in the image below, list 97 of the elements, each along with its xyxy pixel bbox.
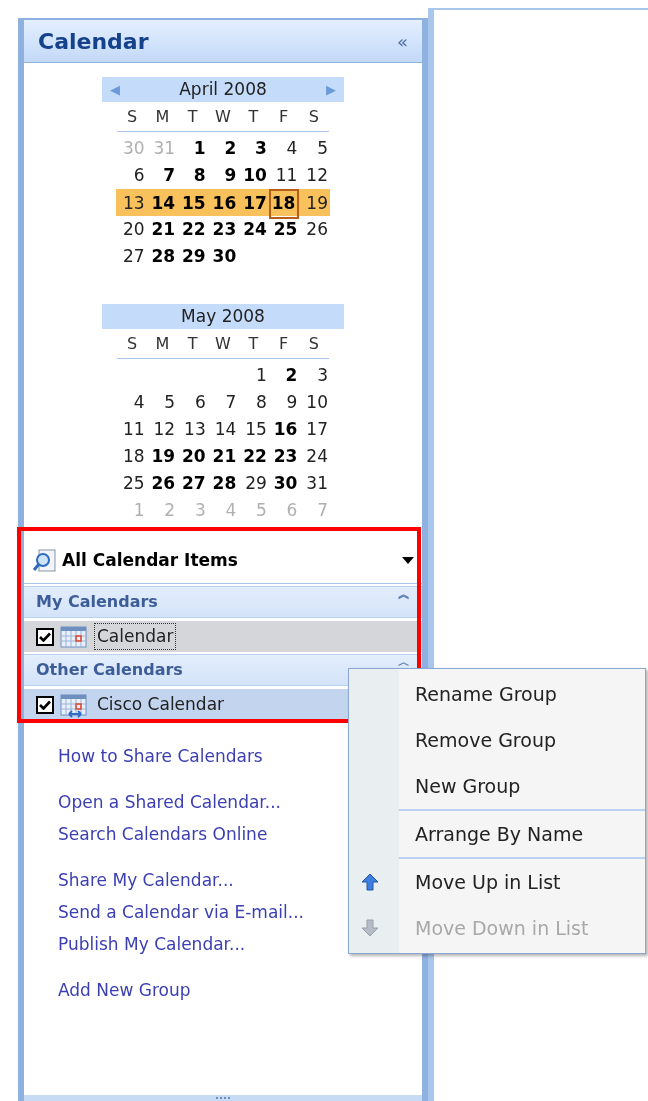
calendar-day[interactable]: 26 (146, 470, 178, 497)
calendar-day[interactable]: 22 (238, 443, 269, 470)
calendar-day[interactable]: 13 (177, 416, 208, 443)
calendar-day[interactable]: 14 (207, 416, 239, 443)
calendar-day[interactable]: 10 (299, 389, 330, 416)
group-header[interactable]: My Calendars ︽ (24, 586, 422, 618)
calendar-day[interactable]: 17 (299, 416, 330, 443)
calendar-day[interactable]: 5 (299, 135, 330, 162)
calendar-day[interactable]: 9 (268, 389, 300, 416)
calendar-day[interactable]: 4 (268, 135, 300, 162)
weekday-label: S (307, 106, 320, 128)
calendar-day[interactable]: 2 (207, 135, 239, 162)
calendar-day[interactable]: 9 (207, 162, 239, 189)
calendar-day[interactable]: 22 (177, 216, 208, 243)
calendar-day[interactable]: 25 (116, 470, 147, 497)
weekday-label: S (126, 106, 139, 128)
calendar-name: Cisco Calendar (96, 692, 226, 716)
calendar-day[interactable]: 14 (146, 189, 178, 219)
weekday-label: M (154, 106, 171, 128)
weekday-label: S (126, 333, 139, 355)
weekday-label: T (247, 333, 260, 355)
calendar-day[interactable]: 6 (177, 389, 208, 416)
calendar-day[interactable]: 8 (238, 389, 269, 416)
calendar-day[interactable]: 7 (207, 389, 239, 416)
calendar-day[interactable]: 1 (177, 135, 208, 162)
calendar-day[interactable]: 23 (207, 216, 239, 243)
calendar-day[interactable]: 27 (177, 470, 208, 497)
weekday-label: M (154, 333, 171, 355)
calendar-day[interactable]: 10 (238, 162, 269, 189)
calendar-day[interactable]: 26 (299, 216, 330, 243)
calendar-day[interactable]: 4 (116, 389, 147, 416)
calendar-day[interactable]: 16 (268, 416, 300, 443)
calendar-day[interactable]: 29 (238, 470, 269, 497)
calendar-day[interactable]: 21 (207, 443, 239, 470)
calendar-day[interactable]: 18 (268, 189, 300, 219)
calendar-day[interactable]: 27 (116, 243, 147, 270)
calendar-name: Calendar (94, 622, 177, 651)
collapse-button[interactable]: « (397, 27, 408, 55)
double-chevron-icon: ︽ (398, 588, 410, 600)
calendar-day[interactable]: 3 (238, 135, 269, 162)
calendar-day[interactable]: 11 (268, 162, 300, 189)
calendar-day[interactable]: 30 (207, 243, 239, 270)
calendar-day[interactable]: 13 (116, 189, 147, 219)
calendar-day[interactable]: 23 (268, 443, 300, 470)
calendar-day[interactable]: 7 (146, 162, 178, 189)
calendar-day[interactable]: 2 (268, 362, 300, 389)
calendar-day[interactable]: 16 (207, 189, 239, 219)
weekday-label: T (186, 106, 199, 128)
calendar-day[interactable]: 20 (116, 216, 147, 243)
checkbox[interactable] (36, 695, 54, 714)
menu-item[interactable]: New Group (399, 763, 645, 809)
calendar-day[interactable]: 15 (177, 189, 208, 219)
weekday-label: S (307, 333, 320, 355)
down-arrow-icon (361, 919, 379, 937)
task-link[interactable]: Add New Group (58, 978, 422, 1004)
view-dropdown[interactable]: All Calendar Items (24, 538, 422, 584)
menu-item[interactable]: Arrange By Name (399, 811, 645, 857)
calendar-day[interactable]: 12 (146, 416, 178, 443)
calendar-day[interactable]: 20 (177, 443, 208, 470)
weekday-label: F (277, 106, 290, 128)
calendar-day[interactable]: 18 (116, 443, 147, 470)
calendar-day[interactable]: 11 (116, 416, 147, 443)
calendar-day[interactable]: 29 (177, 243, 208, 270)
calendar-day[interactable]: 30 (268, 470, 300, 497)
menu-item[interactable]: Move Up in List (399, 859, 645, 905)
month-title: April 2008 (179, 77, 267, 101)
calendar-day[interactable]: 25 (268, 216, 300, 243)
calendar-day[interactable]: 19 (299, 189, 330, 219)
chevron-icon: ︿ (398, 656, 410, 668)
dropdown-arrow-icon (402, 557, 414, 564)
calendar-day[interactable]: 24 (299, 443, 330, 470)
weekday-label: W (214, 106, 232, 128)
search-icon (32, 547, 58, 574)
calendar-day[interactable]: 8 (177, 162, 208, 189)
calendar-day[interactable]: 31 (299, 470, 330, 497)
calendar-day[interactable]: 6 (116, 162, 147, 189)
weekday-label: W (214, 333, 232, 355)
calendar-day[interactable]: 28 (207, 470, 239, 497)
calendar-row[interactable]: Calendar (24, 621, 422, 652)
checkbox[interactable] (36, 627, 54, 646)
weekday-label: T (247, 106, 260, 128)
calendar-day[interactable]: 17 (238, 189, 269, 219)
calendar-day[interactable]: 3 (299, 362, 330, 389)
menu-item[interactable]: Remove Group (399, 717, 645, 763)
pane-title: Calendar (38, 27, 149, 56)
weekday-label: F (277, 333, 290, 355)
calendar-day[interactable]: 1 (238, 362, 269, 389)
calendar-day[interactable]: 24 (238, 216, 269, 243)
calendar-day[interactable]: 28 (146, 243, 178, 270)
month-title: May 2008 (181, 304, 265, 328)
calendar-day[interactable]: 15 (238, 416, 269, 443)
weekday-label: T (186, 333, 199, 355)
calendar-day[interactable]: 12 (299, 162, 330, 189)
up-arrow-icon (361, 873, 379, 891)
calendar-day[interactable]: 5 (146, 389, 178, 416)
calendar-day[interactable]: 21 (146, 216, 178, 243)
calendar-day[interactable]: 19 (146, 443, 178, 470)
